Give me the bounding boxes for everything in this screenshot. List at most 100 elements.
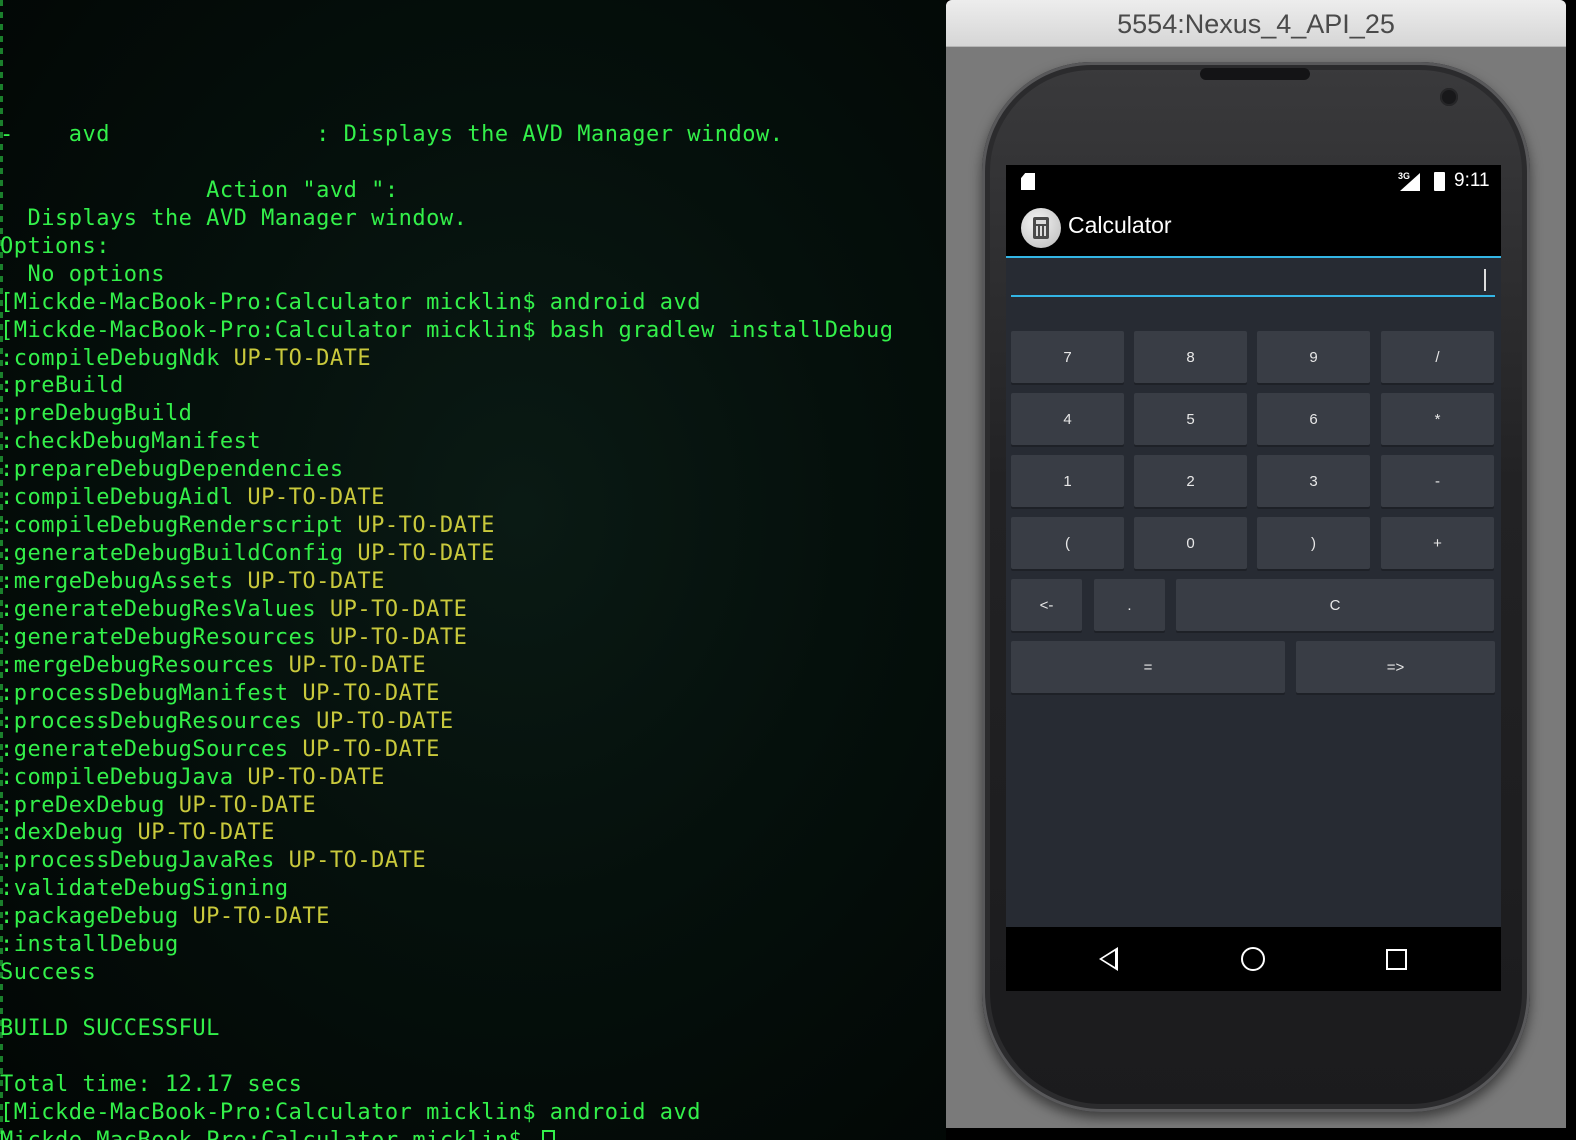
status-time: 9:11 (1454, 170, 1490, 191)
terminal-line-text: Success (0, 960, 97, 986)
task-status: UP-TO-DATE (233, 345, 372, 371)
action-bar: Calculator (1006, 198, 1501, 258)
terminal-line-text: - avd : Displays the AVD Manager window. (0, 122, 784, 147)
recents-icon[interactable] (1386, 949, 1407, 970)
key-5[interactable]: 5 (1134, 393, 1247, 445)
task-status: UP-TO-DATE (247, 764, 385, 790)
terminal-line: :generateDebugSources UP-TO-DATE (0, 736, 893, 764)
terminal-line: :installDebug (0, 931, 893, 959)
terminal-line: :compileDebugNdk UP-TO-DATE (0, 345, 893, 373)
terminal-line: Success (0, 959, 893, 987)
task-status: UP-TO-DATE (137, 820, 275, 846)
emulator-window[interactable]: 5554:Nexus_4_API_25 3G 9:11 Calculator 7… (946, 0, 1566, 1128)
terminal-line-text: :mergeDebugResources (0, 652, 289, 678)
terminal-line: [Mickde-MacBook-Pro:Calculator micklin$ … (0, 289, 893, 317)
task-status: UP-TO-DATE (247, 485, 385, 511)
terminal-line-text: :processDebugManifest (0, 680, 303, 706)
key-4[interactable]: 4 (1011, 393, 1124, 445)
navigation-bar (1006, 927, 1501, 991)
terminal-line: :mergeDebugResources UP-TO-DATE (0, 652, 893, 680)
key-close-paren[interactable]: ) (1257, 517, 1370, 569)
battery-icon (1434, 172, 1445, 191)
key-8[interactable]: 8 (1134, 331, 1247, 383)
task-status: UP-TO-DATE (329, 624, 468, 650)
key-equals[interactable]: = (1011, 641, 1285, 693)
key-arrow-equals[interactable]: => (1296, 641, 1495, 693)
device-frame: 3G 9:11 Calculator 7 8 9/ 4 5 6 * 1 2 3- (0) + <-. C =… (982, 62, 1530, 1112)
terminal-line-text: :processDebugResources (0, 708, 317, 734)
key-6[interactable]: 6 (1257, 393, 1370, 445)
key-backspace[interactable]: <- (1011, 579, 1082, 631)
key-0[interactable]: 0 (1134, 517, 1247, 569)
status-bar: 3G 9:11 (1006, 165, 1501, 198)
task-status: UP-TO-DATE (316, 708, 454, 734)
back-icon[interactable] (1099, 947, 1118, 971)
terminal-line-text: :generateDebugSources (0, 736, 303, 762)
task-status: UP-TO-DATE (302, 736, 440, 762)
task-status: UP-TO-DATE (302, 680, 440, 706)
sd-card-icon (1021, 173, 1035, 190)
key-7[interactable]: 7 (1011, 331, 1124, 383)
terminal-line-text: :generateDebugResValues (0, 596, 330, 622)
task-status: UP-TO-DATE (357, 513, 495, 539)
terminal-line-text: :generateDebugResources (0, 624, 330, 650)
terminal-line-text: :dexDebug (0, 820, 138, 846)
terminal-line: :generateDebugResValues UP-TO-DATE (0, 596, 893, 624)
calculator-display-input[interactable] (1011, 265, 1495, 297)
terminal-line: :checkDebugManifest (0, 428, 893, 456)
key-add[interactable]: + (1381, 517, 1494, 569)
terminal-line-text: :processDebugJavaRes (0, 848, 289, 874)
task-status: UP-TO-DATE (247, 569, 385, 594)
key-3[interactable]: 3 (1257, 455, 1370, 507)
terminal-line: :processDebugManifest UP-TO-DATE (0, 680, 893, 708)
terminal-line-text: :compileDebugRenderscript (0, 513, 358, 539)
terminal-line: Mickde-MacBook-Pro:Calculator micklin$ (0, 1127, 893, 1140)
task-status: UP-TO-DATE (329, 596, 468, 622)
terminal-line-text: :preBuild (0, 373, 124, 399)
key-9[interactable]: 9 (1257, 331, 1370, 383)
terminal-line: :compileDebugAidl UP-TO-DATE (0, 484, 893, 512)
window-title: 5554:Nexus_4_API_25 (946, 0, 1566, 47)
terminal-line-text: No options (0, 261, 165, 287)
terminal-line: :processDebugJavaRes UP-TO-DATE (0, 847, 893, 875)
terminal-line-text: BUILD SUCCESSFUL (0, 1016, 220, 1041)
terminal-window[interactable]: - avd : Displays the AVD Manager window.… (0, 0, 946, 1140)
terminal-line: :prepareDebugDependencies (0, 456, 893, 484)
terminal-line-text: :compileDebugNdk (0, 345, 234, 371)
terminal-line-text: [Mickde-MacBook-Pro:Calculator micklin$ … (0, 1099, 702, 1125)
terminal-line: :generateDebugBuildConfig UP-TO-DATE (0, 540, 893, 568)
key-decimal[interactable]: . (1094, 579, 1165, 631)
terminal-line: Total time: 12.17 secs (0, 1071, 893, 1099)
terminal-line: :compileDebugRenderscript UP-TO-DATE (0, 512, 893, 540)
terminal-line: :packageDebug UP-TO-DATE (0, 903, 893, 931)
device-screen[interactable]: 3G 9:11 Calculator 7 8 9/ 4 5 6 * 1 2 3- (0) + <-. C =… (1006, 165, 1501, 991)
key-open-paren[interactable]: ( (1011, 517, 1124, 569)
terminal-line-text: Displays the AVD Manager window. (0, 205, 468, 231)
key-subtract[interactable]: - (1381, 455, 1494, 507)
terminal-line: Options: (0, 233, 893, 261)
terminal-line: :mergeDebugAssets UP-TO-DATE (0, 568, 893, 596)
key-2[interactable]: 2 (1134, 455, 1247, 507)
task-status: UP-TO-DATE (178, 792, 317, 818)
terminal-line: [Mickde-MacBook-Pro:Calculator micklin$ … (0, 1099, 893, 1127)
terminal-line-text: Mickde-MacBook-Pro:Calculator micklin$ (0, 1128, 536, 1140)
key-divide[interactable]: / (1381, 331, 1494, 383)
key-clear[interactable]: C (1176, 579, 1494, 631)
terminal-line-text: :prepareDebugDependencies (0, 457, 344, 483)
home-icon[interactable] (1241, 947, 1265, 971)
text-caret (1484, 269, 1486, 291)
terminal-line-text: :preDexDebug (0, 792, 179, 818)
terminal-line: :compileDebugJava UP-TO-DATE (0, 764, 893, 792)
terminal-line-text: [Mickde-MacBook-Pro:Calculator micklin$ … (0, 317, 894, 343)
terminal-line-text: [Mickde-MacBook-Pro:Calculator micklin$ … (0, 289, 702, 315)
key-multiply[interactable]: * (1381, 393, 1494, 445)
terminal-line-text: :validateDebugSigning (0, 876, 289, 902)
terminal-line: BUILD SUCCESSFUL (0, 1015, 893, 1043)
terminal-line: Displays the AVD Manager window. (0, 205, 893, 233)
key-1[interactable]: 1 (1011, 455, 1124, 507)
terminal-cursor (542, 1129, 556, 1140)
terminal-line: No options (0, 261, 893, 289)
earpiece (1200, 68, 1310, 80)
